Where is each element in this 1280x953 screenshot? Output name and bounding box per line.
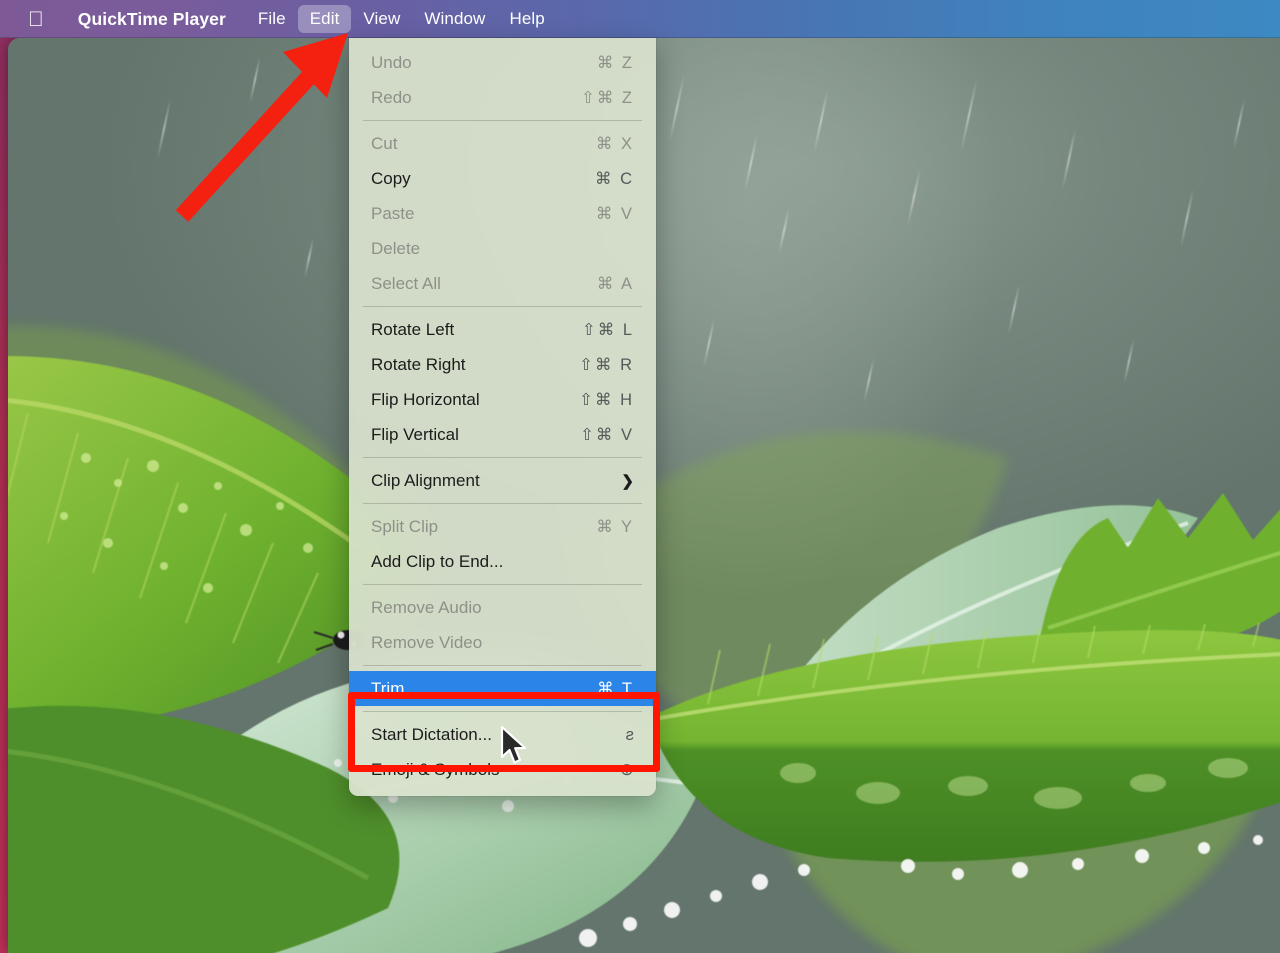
menu-item-label: Start Dictation... [371, 725, 492, 745]
menu-item-label: Select All [371, 274, 441, 294]
menu-item-copy[interactable]: Copy ⌘ C [349, 161, 656, 196]
menu-item-label: Paste [371, 204, 414, 224]
screen:  QuickTime Player File Edit View Window… [0, 0, 1280, 953]
menu-item-select-all: Select All ⌘ A [349, 266, 656, 301]
menu-item-start-dictation[interactable]: Start Dictation... ƨ [349, 717, 656, 752]
menu-item-label: Split Clip [371, 517, 438, 537]
menu-item-remove-audio: Remove Audio [349, 590, 656, 625]
menubar-item-window[interactable]: Window [412, 5, 497, 33]
menu-item-shortcut: ⇧⌘ L [582, 320, 634, 340]
macos-menu-bar[interactable]:  QuickTime Player File Edit View Window… [0, 0, 1280, 38]
menu-item-shortcut: ⇧⌘ Z [581, 88, 634, 108]
menu-item-label: Copy [371, 169, 411, 189]
menubar-item-file[interactable]: File [246, 5, 298, 33]
menu-item-paste: Paste ⌘ V [349, 196, 656, 231]
menu-item-label: Rotate Left [371, 320, 454, 340]
menu-item-delete: Delete [349, 231, 656, 266]
globe-icon: ⊕ [620, 760, 634, 780]
menu-separator [363, 503, 642, 504]
menu-item-label: Undo [371, 53, 412, 73]
menubar-item-quicktime-player[interactable]: QuickTime Player [66, 5, 238, 34]
menu-item-label: Emoji & Symbols [371, 760, 499, 780]
menu-item-label: Clip Alignment [371, 471, 480, 491]
menu-item-label: Trim... [371, 679, 419, 699]
menubar-item-view[interactable]: View [351, 5, 412, 33]
menu-item-add-clip-to-end[interactable]: Add Clip to End... [349, 544, 656, 579]
menu-item-shortcut: ⇧⌘ V [580, 425, 634, 445]
menu-item-cut: Cut ⌘ X [349, 126, 656, 161]
menu-item-label: Flip Vertical [371, 425, 459, 445]
menu-item-shortcut: ⌘ Y [596, 517, 634, 537]
microphone-icon: ƨ [626, 725, 635, 745]
menu-separator [363, 665, 642, 666]
edit-dropdown-menu[interactable]: Undo ⌘ Z Redo ⇧⌘ Z Cut ⌘ X Copy ⌘ C Paste ⌘ V Dele… [349, 38, 656, 796]
menu-item-label: Flip Horizontal [371, 390, 480, 410]
menubar-item-help[interactable]: Help [497, 5, 556, 33]
chevron-right-icon: ❯ [621, 472, 634, 490]
menu-item-label: Remove Video [371, 633, 482, 653]
menu-item-label: Cut [371, 134, 397, 154]
menu-separator [363, 711, 642, 712]
menu-item-shortcut: ⌘ T [597, 679, 634, 699]
menu-item-rotate-right[interactable]: Rotate Right ⇧⌘ R [349, 347, 656, 382]
menu-item-clip-alignment[interactable]: Clip Alignment ❯ [349, 463, 656, 498]
menu-item-label: Remove Audio [371, 598, 482, 618]
menu-item-undo: Undo ⌘ Z [349, 45, 656, 80]
menu-item-shortcut: ⌘ C [595, 169, 634, 189]
menu-item-flip-vertical[interactable]: Flip Vertical ⇧⌘ V [349, 417, 656, 452]
menu-item-trim[interactable]: Trim... ⌘ T [349, 671, 656, 706]
menu-item-shortcut: ⇧⌘ R [579, 355, 634, 375]
menu-item-flip-horizontal[interactable]: Flip Horizontal ⇧⌘ H [349, 382, 656, 417]
menu-item-label: Redo [371, 88, 412, 108]
menu-item-shortcut: ⌘ A [597, 274, 634, 294]
menu-separator [363, 306, 642, 307]
water-droplets [568, 828, 908, 953]
menu-item-label: Rotate Right [371, 355, 466, 375]
menu-item-label: Delete [371, 239, 420, 259]
menu-item-shortcut: ⇧⌘ H [579, 390, 634, 410]
menu-separator [363, 120, 642, 121]
menubar-item-edit[interactable]: Edit [298, 5, 352, 33]
menu-item-redo: Redo ⇧⌘ Z [349, 80, 656, 115]
menu-item-shortcut: ⌘ V [596, 204, 634, 224]
menu-item-shortcut: ⌘ X [596, 134, 634, 154]
menu-item-remove-video: Remove Video [349, 625, 656, 660]
menu-item-emoji-symbols[interactable]: Emoji & Symbols ⊕ [349, 752, 656, 787]
menu-item-rotate-left[interactable]: Rotate Left ⇧⌘ L [349, 312, 656, 347]
menu-item-split-clip: Split Clip ⌘ Y [349, 509, 656, 544]
menu-separator [363, 457, 642, 458]
menu-item-label: Add Clip to End... [371, 552, 503, 572]
menu-separator [363, 584, 642, 585]
apple-logo-icon[interactable]:  [28, 9, 44, 30]
menu-item-shortcut: ⌘ Z [597, 53, 634, 73]
